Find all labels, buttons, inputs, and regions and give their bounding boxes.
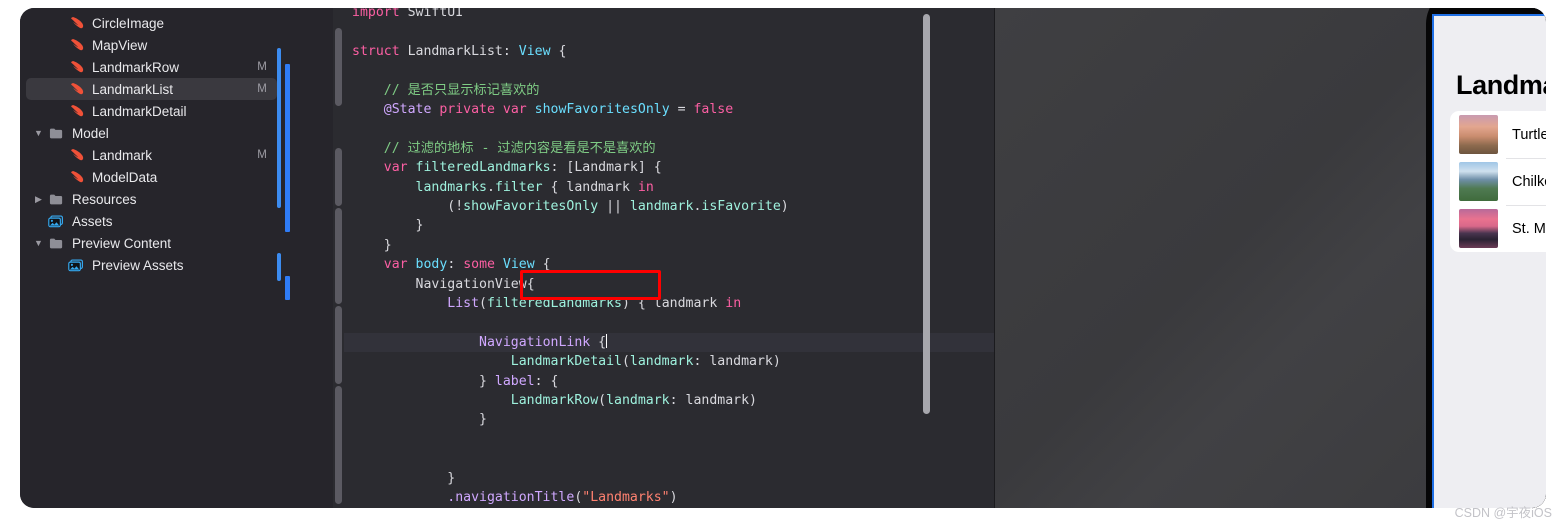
folder-icon bbox=[46, 127, 66, 140]
code-line-text: // 是否只显示标记喜欢的 bbox=[352, 82, 540, 98]
code-line-text: landmarks.filter { landmark in bbox=[352, 179, 654, 195]
sidebar-item-modeldata[interactable]: ▶ModelData bbox=[26, 166, 277, 188]
sidebar-item-preview-assets[interactable]: ▶Preview Assets bbox=[26, 254, 277, 276]
sidebar-item-landmarklist[interactable]: ▶LandmarkListM bbox=[26, 78, 277, 100]
swift-file-icon bbox=[66, 82, 86, 97]
swift-file-icon bbox=[66, 170, 86, 185]
editor-vertical-scrollbar[interactable] bbox=[923, 14, 930, 414]
fold-ribbon-segment bbox=[335, 148, 342, 206]
sidebar-item-landmarkdetail[interactable]: ▶LandmarkDetail bbox=[26, 100, 277, 122]
sidebar-item-landmark[interactable]: ▶LandmarkM bbox=[26, 144, 277, 166]
landmark-row[interactable]: Turtle Rock★❯ bbox=[1450, 111, 1546, 158]
screenshot-root: ▶CircleImage▶MapView ▶ LandmarkRow M ▶Landma… bbox=[0, 0, 1561, 525]
source-change-marker bbox=[285, 64, 290, 232]
swift-file-icon bbox=[66, 148, 86, 163]
sidebar-scroll-indicator-bottom[interactable] bbox=[277, 253, 281, 281]
code-line-text: List(filteredLandmarks) { landmark in bbox=[447, 296, 742, 311]
code-line-text: NavigationView{ bbox=[415, 276, 535, 292]
watermark-text: CSDN @宇夜iOS bbox=[1454, 506, 1552, 520]
sidebar-item-label: LandmarkRow bbox=[92, 59, 180, 75]
sidebar-item-landmarkrow[interactable]: ▶LandmarkRowM bbox=[26, 56, 277, 78]
line-number-gutter bbox=[283, 8, 333, 508]
landmark-name: St. Mary Lake bbox=[1512, 220, 1546, 237]
code-line-text: (!showFavoritesOnly || landmark.isFavori… bbox=[352, 199, 789, 214]
code-line-text: struct LandmarkList: View { bbox=[352, 43, 567, 59]
code-line-text: import SwiftUI bbox=[352, 8, 464, 20]
source-editor[interactable]: 8import SwiftUI910struct LandmarkList: V… bbox=[283, 8, 1546, 508]
code-line-text: LandmarkRow(landmark: landmark) bbox=[510, 393, 757, 408]
landmark-name: Chilkoot Trail bbox=[1512, 173, 1546, 190]
sidebar-item-model[interactable]: ▼ Model bbox=[26, 122, 277, 144]
landmark-list[interactable]: Turtle Rock★❯Chilkoot Trail★❯St. Mary La… bbox=[1450, 111, 1546, 252]
sidebar-item-label: Preview Assets bbox=[92, 257, 184, 273]
sidebar-item-assets[interactable]: ▶Assets bbox=[26, 210, 277, 232]
fold-ribbon-segment bbox=[335, 208, 342, 304]
code-line-text: // 过滤的地标 - 过滤内容是看是不是喜欢的 bbox=[352, 140, 656, 156]
code-line-text: } bbox=[352, 470, 456, 486]
code-line-text: var body: some View { bbox=[383, 257, 551, 273]
code-line-text: var filteredLandmarks: [Landmark] { bbox=[383, 160, 662, 176]
sidebar-item-label: Model bbox=[72, 125, 109, 141]
sidebar-item-label: CircleImage bbox=[92, 15, 165, 31]
sidebar-item-mapview[interactable]: ▶MapView bbox=[26, 34, 277, 56]
preview-screen[interactable]: Landmarks Turtle Rock★❯Chilkoot Trail★❯S… bbox=[1432, 14, 1546, 508]
fold-ribbon-segment bbox=[335, 386, 342, 504]
folder-icon bbox=[46, 193, 66, 206]
code-line-text: } bbox=[352, 237, 392, 253]
source-change-marker bbox=[285, 276, 290, 300]
project-navigator-sidebar[interactable]: ▶CircleImage▶MapView ▶ LandmarkRow M ▶Landma… bbox=[20, 8, 283, 508]
swift-file-icon bbox=[66, 104, 86, 119]
code-fold-ribbon[interactable] bbox=[333, 8, 344, 508]
status-badge: M bbox=[257, 61, 267, 73]
swift-file-icon bbox=[66, 60, 86, 75]
sidebar-scroll-indicator-top[interactable] bbox=[277, 48, 281, 208]
chilkoot-trail-thumbnail bbox=[1459, 162, 1498, 201]
landmark-row[interactable]: St. Mary Lake★❯ bbox=[1450, 205, 1546, 252]
sidebar-item-preview-content[interactable]: ▼ Preview Content bbox=[26, 232, 277, 254]
code-line-text: .navigationTitle("Landmarks") bbox=[447, 490, 678, 505]
code-line-text: NavigationLink { bbox=[479, 333, 608, 350]
code-line-text: LandmarkDetail(landmark: landmark) bbox=[510, 354, 781, 370]
chevron-down-icon[interactable]: ▼ bbox=[32, 238, 45, 248]
preview-canvas[interactable]: Landmarks Turtle Rock★❯Chilkoot Trail★❯S… bbox=[994, 8, 1546, 508]
code-line-text: } bbox=[352, 218, 424, 234]
xcode-window: ▶CircleImage▶MapView ▶ LandmarkRow M ▶Landma… bbox=[20, 8, 1546, 508]
folder-icon bbox=[46, 237, 66, 250]
chevron-right-icon[interactable]: ▶ bbox=[32, 194, 45, 204]
sidebar-item-resources[interactable]: ▶ Resources bbox=[26, 188, 277, 210]
status-badge: M bbox=[257, 83, 267, 95]
assets-icon bbox=[66, 258, 86, 272]
chevron-down-icon[interactable]: ▼ bbox=[32, 128, 45, 138]
landmark-name: Turtle Rock bbox=[1512, 126, 1546, 143]
turtle-rock-thumbnail bbox=[1459, 115, 1498, 154]
sidebar-item-label: LandmarkDetail bbox=[92, 103, 187, 119]
preview-page-title: Landmarks bbox=[1456, 70, 1546, 100]
fold-ribbon-segment bbox=[335, 28, 342, 106]
sidebar-item-label: LandmarkList bbox=[92, 81, 174, 97]
project-navigator-list[interactable]: ▶CircleImage▶MapView ▶ LandmarkRow M ▶Landma… bbox=[20, 12, 283, 276]
status-badge: M bbox=[257, 149, 267, 161]
code-line-text: } label: { bbox=[352, 373, 559, 389]
code-line-text: @State private var showFavoritesOnly = f… bbox=[383, 102, 734, 117]
fold-ribbon-segment bbox=[335, 306, 342, 384]
sidebar-item-label: Assets bbox=[72, 213, 113, 229]
sidebar-item-label: Resources bbox=[72, 191, 137, 207]
sidebar-item-circleimage[interactable]: ▶CircleImage bbox=[26, 12, 277, 34]
code-line-text: } bbox=[352, 412, 487, 428]
sidebar-item-label: Landmark bbox=[92, 147, 153, 163]
swift-file-icon bbox=[66, 16, 86, 31]
sidebar-item-label: MapView bbox=[92, 37, 148, 53]
sidebar-item-label: Preview Content bbox=[72, 235, 172, 251]
swift-file-icon bbox=[66, 38, 86, 53]
landmark-row[interactable]: Chilkoot Trail★❯ bbox=[1450, 158, 1546, 205]
sidebar-item-label: ModelData bbox=[92, 169, 158, 185]
assets-icon bbox=[46, 214, 66, 228]
text-cursor bbox=[606, 333, 608, 348]
st-mary-lake-thumbnail bbox=[1459, 209, 1498, 248]
device-preview-frame: Landmarks Turtle Rock★❯Chilkoot Trail★❯S… bbox=[1426, 8, 1546, 508]
